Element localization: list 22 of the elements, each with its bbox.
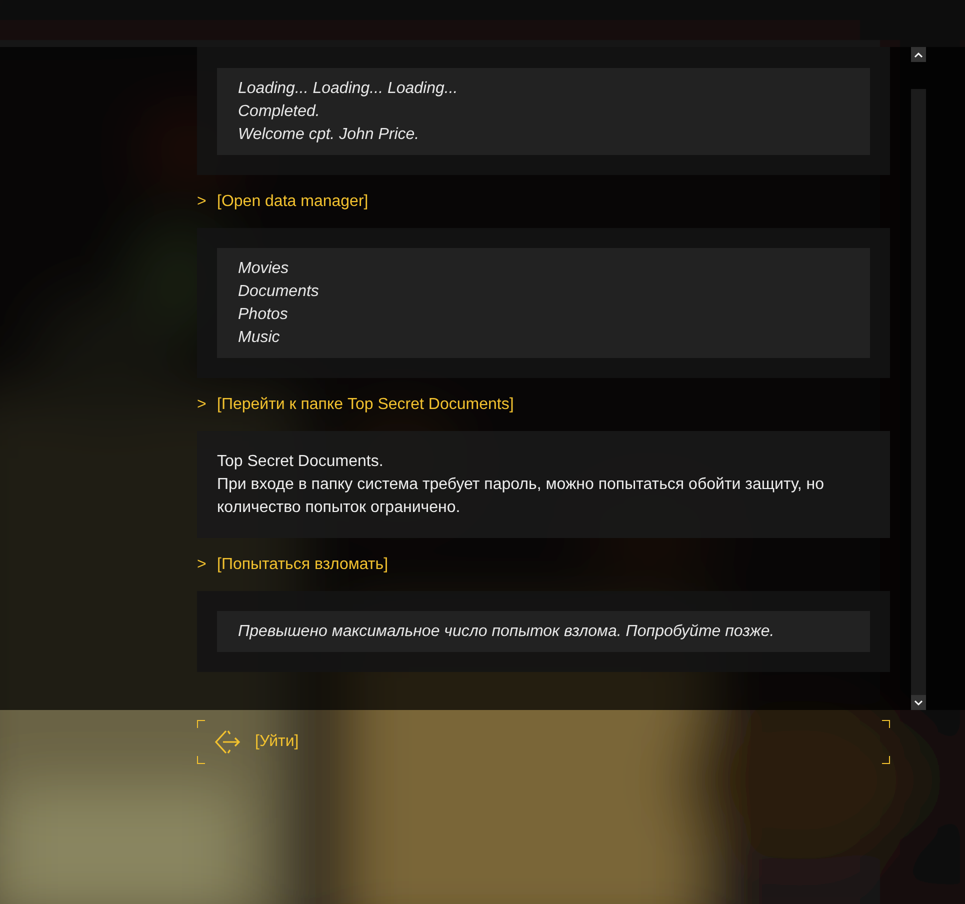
output-line: Loading... Loading... Loading... <box>238 79 459 99</box>
choice-link[interactable]: [Перейти к папке Top Secret Documents] <box>217 392 514 416</box>
choice-link[interactable]: [Попытаться взломать] <box>217 552 388 576</box>
chevron-up-icon <box>914 52 923 58</box>
scroll-down-button[interactable] <box>911 695 926 710</box>
output-line: Welcome cpt. John Price. <box>238 125 420 145</box>
output-line: Movies <box>238 259 290 279</box>
prompt-marker: > <box>197 554 205 574</box>
choice-link[interactable]: [Open data manager] <box>217 190 368 214</box>
exit-icon <box>215 729 241 755</box>
output-line: Превышено максимальное число попыток взлома. Попробуйте позже. <box>238 622 776 642</box>
output-line: Completed. <box>238 102 321 122</box>
output-line: Music <box>238 328 281 348</box>
chevron-down-icon <box>914 700 923 706</box>
output-line: Documents <box>238 282 320 302</box>
description-text: Top Secret Documents. <box>217 452 384 472</box>
exit-button[interactable]: [Уйти] <box>197 720 890 764</box>
output-line: Photos <box>238 305 289 325</box>
prompt-marker: > <box>197 394 205 414</box>
scroll-up-button[interactable] <box>911 47 926 62</box>
description-text: При входе в папку система требует пароль, можно попытаться обойти защиту, но количество попыток ограничено. <box>217 475 826 518</box>
prompt-marker: > <box>197 192 205 212</box>
